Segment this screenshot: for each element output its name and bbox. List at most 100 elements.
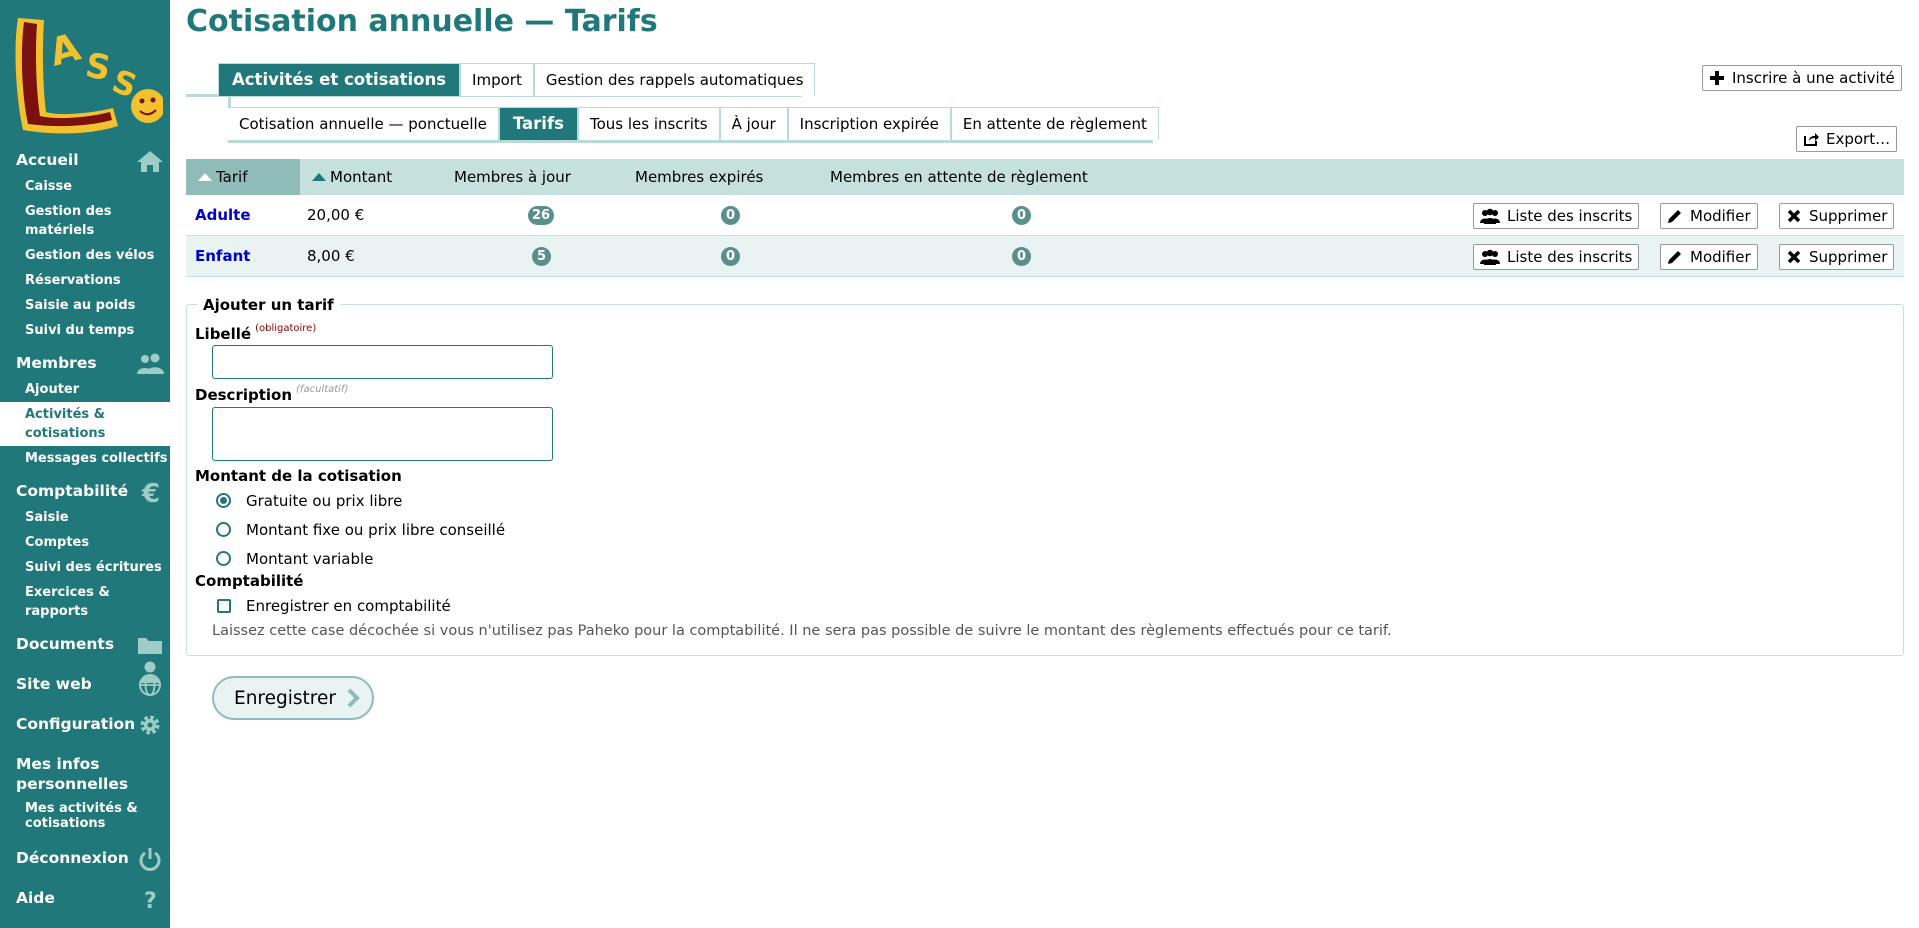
nav-comptabilite[interactable]: Comptabilité € [0, 475, 170, 505]
tab-attente-reglement[interactable]: En attente de règlement [950, 107, 1159, 140]
optional-tag: (facultatif) [296, 384, 349, 395]
edit-label: Modifier [1690, 207, 1751, 225]
page-title: Cotisation annuelle — Tarifs [186, 4, 658, 39]
nav-site-web-label: Site web [16, 675, 92, 693]
folder-icon [138, 638, 162, 654]
tarifs-table: Tarif Montant Membres à jour Membres exp… [186, 159, 1904, 277]
nav-configuration-label: Configuration [16, 715, 136, 733]
nav-aide-label: Aide [16, 889, 55, 907]
montant-label: Montant de la cotisation [195, 467, 402, 485]
tab-a-jour[interactable]: À jour [719, 107, 788, 140]
tab-tarifs[interactable]: Tarifs [498, 107, 578, 140]
sort-asc-icon [198, 173, 212, 181]
nav-item-messages[interactable]: Messages collectifs [0, 446, 170, 471]
close-icon [1787, 250, 1801, 264]
compta-checkbox[interactable] [217, 599, 231, 613]
libelle-input[interactable] [212, 345, 553, 379]
col-membres-expires: Membres expirés [635, 168, 764, 186]
tabs-sub-underline [228, 140, 1153, 143]
export-button[interactable]: Export… [1796, 126, 1898, 152]
table-header: Tarif Montant Membres à jour Membres exp… [186, 159, 1904, 195]
sidebar: A S S Accueil Caisse Gestion des matérie… [0, 0, 170, 928]
badge-a-jour: 5 [532, 247, 551, 266]
radio-montant-variable[interactable] [216, 551, 231, 566]
lasso-logo[interactable]: A S S [8, 8, 163, 138]
list-members-button[interactable]: Liste des inscrits [1473, 203, 1640, 229]
tab-import[interactable]: Import [460, 63, 534, 96]
description-textarea[interactable] [212, 407, 553, 461]
tab-tous-inscrits[interactable]: Tous les inscrits [577, 107, 720, 140]
list-members-button[interactable]: Liste des inscrits [1473, 244, 1640, 270]
nav-deconnexion[interactable]: Déconnexion [0, 842, 170, 872]
euro-icon: € [141, 480, 160, 504]
nav-item-caisse[interactable]: Caisse [0, 174, 170, 199]
tabs-main: Activités et cotisations Import Gestion … [218, 63, 816, 96]
chevron-right-icon [347, 688, 360, 708]
nav-documents-label: Documents [16, 635, 115, 653]
users-icon [1480, 208, 1500, 224]
tarif-link-enfant[interactable]: Enfant [195, 247, 250, 265]
description-label-text: Description [195, 386, 293, 404]
help-icon: ? [144, 889, 157, 911]
edit-button[interactable]: Modifier [1660, 203, 1758, 229]
sort-asc-icon [312, 173, 326, 181]
delete-label: Supprimer [1809, 248, 1888, 266]
export-label: Export… [1826, 130, 1891, 148]
tab-activites-cotisations[interactable]: Activités et cotisations [218, 63, 461, 96]
badge-attente: 0 [1012, 206, 1031, 225]
nav-item-comptes[interactable]: Comptes [0, 530, 170, 555]
nav-item-saisie-poids[interactable]: Saisie au poids [0, 293, 170, 318]
users-icon [1480, 249, 1500, 265]
nav-mes-infos[interactable]: Mes infos personnelles [0, 748, 128, 798]
user-icon [140, 661, 160, 683]
required-tag: (obligatoire) [255, 323, 317, 334]
nav-documents[interactable]: Documents [0, 628, 170, 658]
svg-text:?: ? [144, 889, 157, 911]
comptabilite-label: Comptabilité [195, 572, 304, 590]
nav-item-ajouter[interactable]: Ajouter [0, 377, 170, 402]
tab-rappels[interactable]: Gestion des rappels automatiques [533, 63, 816, 96]
col-membres-attente: Membres en attente de règlement [830, 168, 1088, 186]
tab-cotisation-ponctuelle[interactable]: Cotisation annuelle — ponctuelle [228, 107, 499, 140]
compta-checkbox-label: Enregistrer en comptabilité [246, 597, 451, 615]
col-montant-label: Montant [330, 168, 393, 186]
montant-cell: 20,00 € [307, 206, 365, 224]
radio-gratuite[interactable] [216, 493, 231, 508]
nav-item-mes-activites[interactable]: Mes activités & cotisations [0, 798, 140, 834]
nav-item-suivi-ecritures[interactable]: Suivi des écritures [0, 555, 170, 580]
col-tarif[interactable]: Tarif [198, 168, 248, 186]
edit-button[interactable]: Modifier [1660, 244, 1758, 270]
libelle-label-text: Libellé [195, 325, 252, 343]
radio-montant-fixe[interactable] [216, 522, 231, 537]
pencil-icon [1668, 251, 1681, 264]
subscribe-activity-button[interactable]: Inscrire à une activité [1702, 65, 1902, 91]
table-row: Enfant 8,00 € 5 0 0 Liste des inscrits M… [186, 236, 1904, 277]
delete-button[interactable]: Supprimer [1779, 203, 1895, 229]
nav-mes-infos-label: Mes infos personnelles [16, 755, 129, 793]
nav-membres[interactable]: Membres [0, 347, 170, 377]
tarif-cell: Enfant [195, 247, 250, 265]
tarif-link-adulte[interactable]: Adulte [195, 206, 251, 224]
users-icon [137, 353, 164, 374]
radio-montant-fixe-label: Montant fixe ou prix libre conseillé [246, 521, 506, 539]
col-membres-a-jour: Membres à jour [454, 168, 571, 186]
libelle-label: Libellé (obligatoire) [195, 323, 316, 343]
nav-item-activites-cotisations[interactable]: Activités & cotisations [0, 402, 170, 446]
fieldset-legend: Ajouter un tarif [197, 296, 340, 314]
badge-expires: 0 [721, 247, 740, 266]
delete-button[interactable]: Supprimer [1779, 244, 1895, 270]
save-button[interactable]: Enregistrer [212, 676, 374, 720]
nav-accueil[interactable]: Accueil [0, 144, 170, 174]
home-icon [137, 151, 163, 172]
nav-item-suivi-temps[interactable]: Suivi du temps [0, 318, 170, 343]
nav-item-materiels[interactable]: Gestion des matériels [0, 199, 170, 243]
nav-configuration[interactable]: Configuration [0, 708, 170, 738]
tabs-sub: Cotisation annuelle — ponctuelle Tarifs … [228, 107, 1159, 140]
nav-item-reservations[interactable]: Réservations [0, 268, 170, 293]
nav-item-velos[interactable]: Gestion des vélos [0, 243, 170, 268]
tab-inscription-expiree[interactable]: Inscription expirée [787, 107, 951, 140]
col-montant[interactable]: Montant [312, 168, 392, 186]
nav-item-saisie[interactable]: Saisie [0, 505, 170, 530]
nav-aide[interactable]: Aide ? [0, 882, 170, 912]
nav-item-exercices[interactable]: Exercices & rapports [0, 580, 170, 624]
